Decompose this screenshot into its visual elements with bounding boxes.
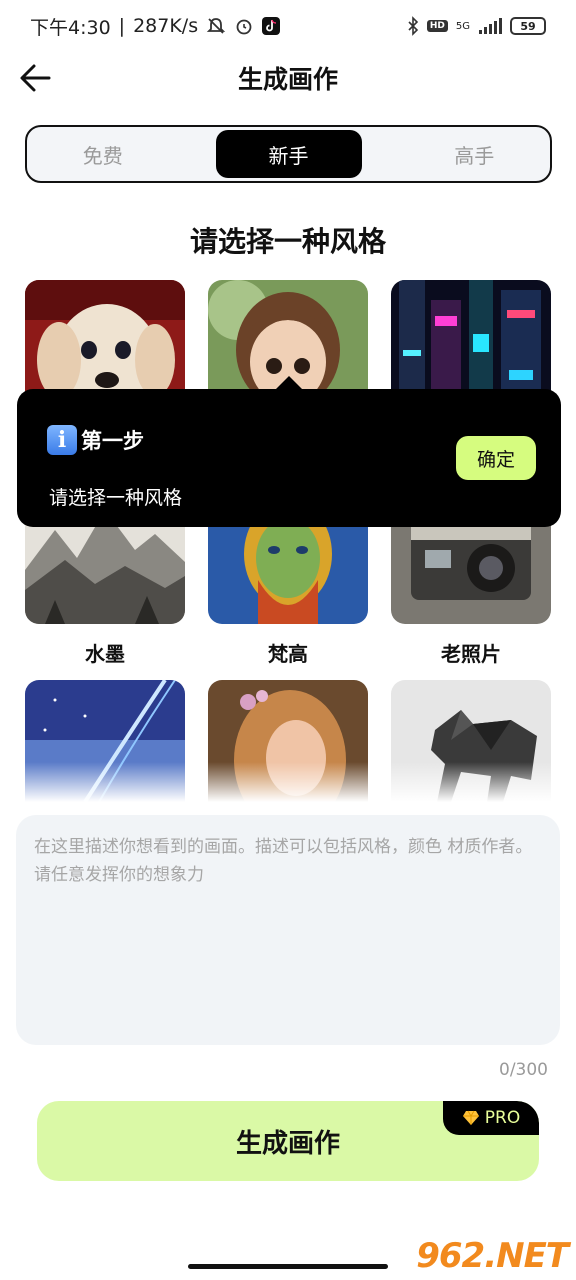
page-title: 生成画作 (237, 65, 338, 94)
battery-indicator: 59 (510, 17, 546, 35)
prompt-box (16, 815, 560, 1045)
diamond-icon (462, 1110, 479, 1125)
info-icon: i (47, 425, 77, 455)
mute-icon (206, 16, 226, 36)
tile-fade (391, 762, 551, 802)
section-title: 请选择一种风格 (189, 225, 386, 258)
step-row: i 第一步 (47, 425, 144, 455)
step-title: 第一步 (81, 429, 144, 453)
style-tile-anime-sky[interactable] (25, 680, 185, 802)
home-indicator[interactable] (188, 1264, 388, 1269)
style-label-oldphoto: 老照片 (441, 642, 501, 666)
tab-beginner[interactable]: 新手 (215, 130, 362, 178)
status-left: 下午4:30 | 287K/s (30, 13, 281, 40)
alarm-icon (234, 16, 254, 36)
generate-label: 生成画作 (235, 1128, 340, 1159)
bluetooth-icon (407, 16, 419, 36)
style-label-ink: 水墨 (85, 642, 125, 666)
tiktok-icon (262, 17, 281, 35)
generate-button[interactable]: 生成画作 PRO (37, 1101, 539, 1181)
status-time: 下午4:30 (30, 16, 111, 39)
tile-fade (208, 762, 368, 802)
status-speed: 287K/s (133, 15, 199, 37)
tooltip-arrow (275, 376, 303, 390)
pro-label: PRO (484, 1108, 521, 1128)
status-bar: 下午4:30 | 287K/s HD 5G 59 (0, 0, 576, 52)
style-tile-renaissance[interactable] (208, 680, 368, 802)
watermark-logo: 962.NET (416, 1236, 569, 1276)
tile-fade (25, 762, 185, 802)
step-description: 请选择一种风格 (49, 487, 183, 509)
char-count: 0/300 (499, 1060, 548, 1080)
confirm-button[interactable]: 确定 (456, 436, 536, 480)
hd-badge: HD (426, 20, 448, 32)
status-divider: | (118, 15, 126, 37)
style-label-vangogh: 梵高 (268, 642, 308, 666)
onboarding-tooltip: i 第一步 请选择一种风格 确定 (17, 389, 561, 527)
difficulty-tabs: 免费 新手 高手 (25, 125, 552, 183)
tab-free[interactable]: 免费 (30, 130, 176, 178)
status-right: HD 5G 59 (407, 16, 546, 36)
pro-badge: PRO (443, 1101, 539, 1135)
tab-expert[interactable]: 高手 (402, 130, 548, 178)
style-tile-origami[interactable] (391, 680, 551, 802)
signal-label: 5G (455, 20, 470, 32)
header: 生成画作 (0, 52, 576, 102)
signal-icon (478, 17, 502, 35)
prompt-input[interactable] (34, 833, 542, 1027)
